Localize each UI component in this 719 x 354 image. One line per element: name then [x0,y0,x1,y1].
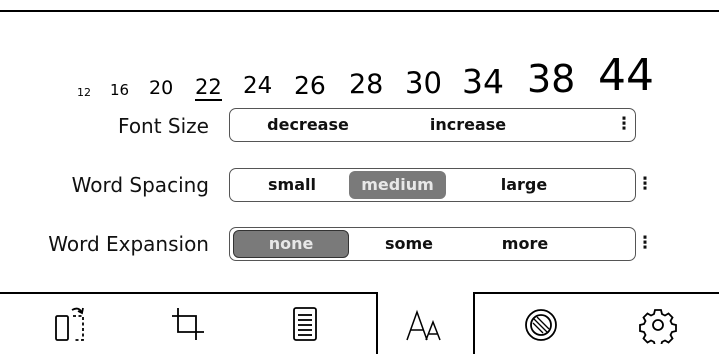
font-size-option-22[interactable]: 22 [195,77,222,101]
bottom-tab-bar [0,292,719,354]
word-expansion-none-option[interactable]: none [233,230,349,258]
word-expansion-control: none some more ⋮ [229,227,654,261]
contrast-icon[interactable] [521,304,561,344]
font-size-scale: 12 16 20 22 24 26 28 30 34 38 44 [0,40,719,101]
font-size-option-34[interactable]: 34 [462,65,504,98]
active-tab-left-edge [376,292,378,354]
font-size-control: decrease increase ⋮ [229,108,636,142]
word-spacing-more-icon[interactable]: ⋮ [635,171,655,199]
page-layout-icon[interactable] [285,304,325,344]
settings-gear-icon[interactable] [638,304,678,344]
word-spacing-small-option[interactable]: small [236,171,348,199]
word-expansion-more-icon[interactable]: ⋮ [635,230,655,258]
word-expansion-more-option[interactable]: more [480,230,570,258]
word-expansion-some-option[interactable]: some [366,230,452,258]
font-size-option-44[interactable]: 44 [598,54,654,98]
font-size-option-20[interactable]: 20 [149,79,173,98]
rotate-page-icon[interactable] [52,304,92,344]
word-spacing-large-option[interactable]: large [474,171,574,199]
word-expansion-label: Word Expansion [48,232,209,256]
font-size-increase-button[interactable]: increase [412,111,524,139]
font-size-more-icon[interactable]: ⋮ [614,111,634,139]
font-icon[interactable] [404,304,444,344]
font-size-option-38[interactable]: 38 [527,60,575,98]
tab-bar-divider [0,292,377,294]
word-spacing-label: Word Spacing [71,173,209,197]
crop-icon[interactable] [168,304,208,344]
font-size-option-24[interactable]: 24 [243,75,272,98]
font-size-option-12[interactable]: 12 [77,87,91,98]
active-tab-right-edge [473,292,475,354]
tab-bar-divider [473,292,719,294]
font-size-label: Font Size [118,114,209,138]
top-divider [0,10,719,12]
font-size-option-16[interactable]: 16 [110,83,129,98]
word-spacing-medium-option[interactable]: medium [349,171,446,199]
font-size-decrease-button[interactable]: decrease [252,111,364,139]
font-size-option-26[interactable]: 26 [294,73,326,98]
font-size-option-28[interactable]: 28 [349,71,383,98]
font-size-option-30[interactable]: 30 [405,69,442,98]
word-spacing-control: small medium large ⋮ [229,168,654,202]
